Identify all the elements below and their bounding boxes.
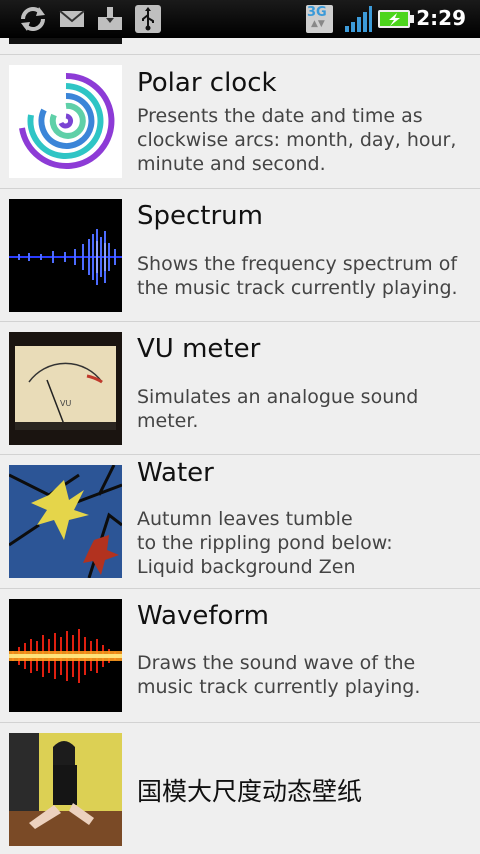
wallpaper-title: Polar clock (137, 68, 277, 98)
list-item-spectrum[interactable]: Spectrum Shows the frequency spectrum of… (0, 189, 480, 321)
water-thumbnail (9, 465, 122, 578)
wallpaper-title: VU meter (137, 334, 261, 364)
wallpaper-description: Draws the sound wave of the music track … (137, 652, 421, 698)
vu-meter-thumbnail: VU (9, 332, 122, 445)
wallpaper-description: Autumn leaves tumble to the rippling pon… (137, 507, 472, 579)
wallpaper-title: Spectrum (137, 201, 263, 231)
status-bar: 3G ▲▼ 2:29 (0, 0, 480, 38)
list-item-water[interactable]: Water Autumn leaves tumble to the rippli… (0, 455, 480, 588)
download-icon (98, 7, 122, 30)
previous-item-thumbnail-edge (9, 38, 122, 44)
polar-clock-thumbnail (9, 65, 122, 178)
description-line: Autumn leaves tumble (137, 508, 353, 530)
usb-icon (135, 5, 161, 33)
signal-icon (345, 6, 372, 32)
wallpaper-description: Presents the date and time as clockwise … (137, 105, 457, 175)
3g-icon: 3G ▲▼ (306, 5, 333, 33)
wallpaper-title: Waveform (137, 601, 269, 631)
battery-charging-icon (378, 10, 414, 28)
list-item-polar-clock[interactable]: Polar clock Presents the date and time a… (0, 55, 480, 188)
waveform-thumbnail (9, 599, 122, 712)
description-line: to the rippling pond below: (137, 532, 393, 554)
description-line: Liquid background Zen (137, 556, 356, 578)
network-type-label: 3G (307, 5, 327, 20)
wallpaper-description: Shows the frequency spectrum of the musi… (137, 253, 458, 299)
list-item-vu-meter[interactable]: VU VU meter Simulates an analogue sound … (0, 322, 480, 454)
sync-icon (21, 7, 45, 31)
status-clock: 2:29 (416, 6, 466, 30)
gmail-icon (59, 10, 85, 27)
wallpaper-description: Simulates an analogue sound meter. (137, 386, 419, 432)
wallpaper-title: 国模大尺度动态壁纸 (137, 777, 363, 806)
chinese-wallpaper-thumbnail (9, 733, 122, 846)
wallpaper-list[interactable]: Polar clock Presents the date and time a… (0, 38, 480, 854)
wallpaper-title: Water (137, 458, 214, 488)
svg-text:VU: VU (60, 399, 71, 408)
spectrum-thumbnail (9, 199, 122, 312)
list-item-chinese-wallpaper[interactable]: 国模大尺度动态壁纸 (0, 723, 480, 854)
list-item-waveform[interactable]: Waveform Draws the sound wave of the mus… (0, 589, 480, 722)
